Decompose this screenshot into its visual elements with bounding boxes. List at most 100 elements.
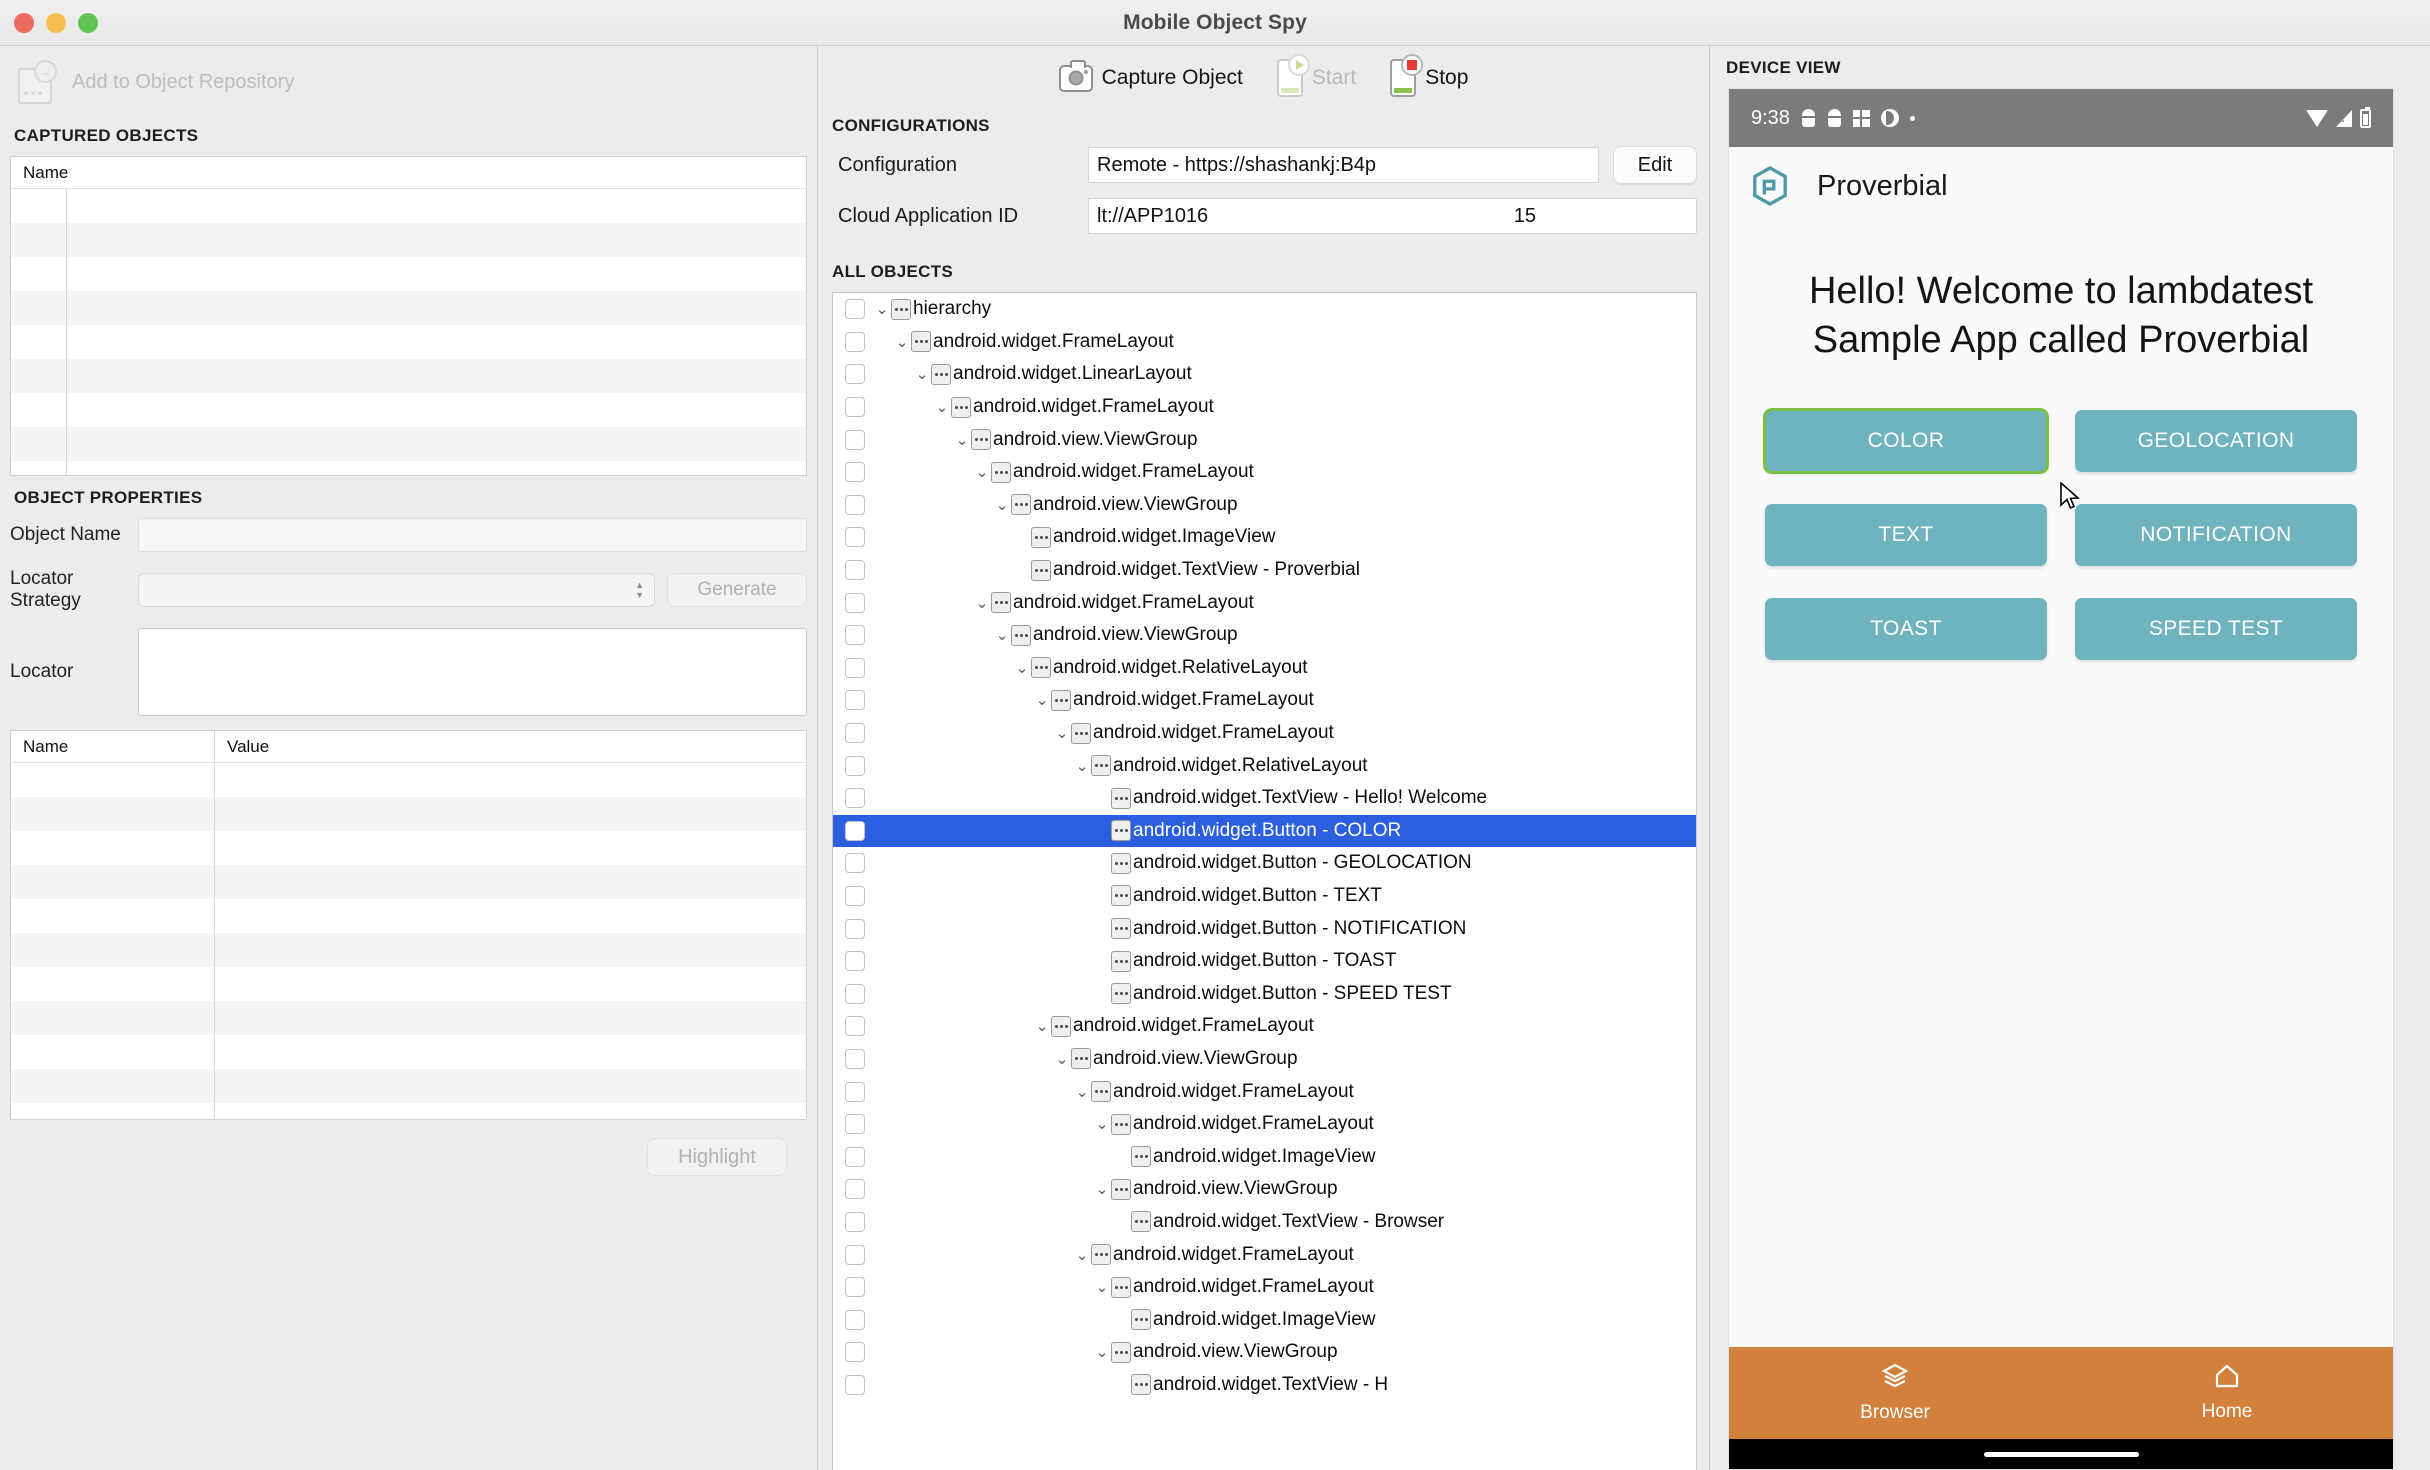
captured-objects-table[interactable]: Name <box>10 156 807 476</box>
bottom-nav-item-browser[interactable]: Browser <box>1729 1347 2061 1439</box>
cloud-application-id-input[interactable]: lt://APP1016 15 <box>1088 198 1697 234</box>
tree-row-checkbox[interactable] <box>845 462 865 483</box>
tree-row[interactable]: ⌄android.widget.TextView - H <box>833 1369 1696 1402</box>
tree-row[interactable]: ⌄ android.widget.FrameLayout <box>833 1238 1696 1271</box>
object-properties-table[interactable]: Name Value <box>10 730 807 1120</box>
tree-row-checkbox[interactable] <box>845 299 865 320</box>
tree-row-checkbox[interactable] <box>845 397 865 418</box>
table-row[interactable] <box>11 189 806 223</box>
chevron-down-icon[interactable]: ⌄ <box>1053 724 1071 742</box>
tree-row[interactable]: ⌄android.widget.Button - GEOLOCATION <box>833 847 1696 880</box>
tree-row[interactable]: ⌄ android.widget.FrameLayout <box>833 456 1696 489</box>
chevron-down-icon[interactable]: ⌄ <box>993 496 1011 514</box>
tree-row-checkbox[interactable] <box>845 1211 865 1232</box>
chevron-down-icon[interactable]: ⌄ <box>1053 1050 1071 1068</box>
capture-object-button[interactable]: Capture Object <box>1058 59 1243 92</box>
tree-row-checkbox[interactable] <box>845 885 865 906</box>
all-objects-tree[interactable]: ⌄ hierarchy ⌄ android.widget.FrameLayout ⌄ an… <box>832 292 1697 1470</box>
tree-row[interactable]: ⌄ android.widget.FrameLayout <box>833 684 1696 717</box>
chevron-down-icon[interactable]: ⌄ <box>1093 1343 1111 1361</box>
tree-row[interactable]: ⌄ android.widget.RelativeLayout <box>833 749 1696 782</box>
tree-row[interactable]: ⌄android.widget.ImageView <box>833 1140 1696 1173</box>
edit-configuration-button[interactable]: Edit <box>1613 146 1697 184</box>
tree-row-checkbox[interactable] <box>845 364 865 385</box>
tree-row[interactable]: ⌄ android.widget.FrameLayout <box>833 326 1696 359</box>
tree-row[interactable]: ⌄ android.widget.FrameLayout <box>833 586 1696 619</box>
minimize-window-button[interactable] <box>46 12 66 33</box>
chevron-down-icon[interactable]: ⌄ <box>933 398 951 416</box>
tree-row-checkbox[interactable] <box>845 331 865 352</box>
chevron-down-icon[interactable]: ⌄ <box>873 300 891 318</box>
tree-row-checkbox[interactable] <box>845 1244 865 1265</box>
tree-row-checkbox[interactable] <box>845 527 865 548</box>
table-row[interactable] <box>11 257 806 291</box>
chevron-down-icon[interactable]: ⌄ <box>913 365 931 383</box>
chevron-down-icon[interactable]: ⌄ <box>1033 1017 1051 1035</box>
tree-row[interactable]: ⌄android.widget.Button - TEXT <box>833 880 1696 913</box>
tree-row[interactable]: ⌄ android.widget.FrameLayout <box>833 1010 1696 1043</box>
chevron-down-icon[interactable]: ⌄ <box>1033 691 1051 709</box>
tree-row[interactable]: ⌄ android.widget.FrameLayout <box>833 1075 1696 1108</box>
add-to-object-repository-button[interactable]: → Add to Object Repository <box>0 46 817 114</box>
tree-row-checkbox[interactable] <box>845 755 865 776</box>
tree-row[interactable]: ⌄ android.view.ViewGroup <box>833 423 1696 456</box>
tree-row[interactable]: ⌄android.widget.Button - TOAST <box>833 945 1696 978</box>
table-row[interactable] <box>11 223 806 257</box>
tree-row-checkbox[interactable] <box>845 1277 865 1298</box>
tree-row[interactable]: ⌄android.widget.Button - SPEED TEST <box>833 977 1696 1010</box>
highlight-button[interactable]: Highlight <box>647 1138 787 1176</box>
stop-button[interactable]: Stop <box>1390 54 1468 97</box>
tree-row-selected[interactable]: ⌄android.widget.Button - COLOR <box>833 814 1696 848</box>
tree-row-checkbox[interactable] <box>845 1342 865 1363</box>
table-row[interactable] <box>11 1069 806 1103</box>
tree-row[interactable]: ⌄android.widget.ImageView <box>833 521 1696 554</box>
table-row[interactable] <box>11 865 806 899</box>
tree-row[interactable]: ⌄ android.widget.FrameLayout <box>833 1108 1696 1141</box>
tree-row-checkbox[interactable] <box>845 1081 865 1102</box>
tree-row[interactable]: ⌄android.widget.TextView - Browser <box>833 1206 1696 1239</box>
tree-row-checkbox[interactable] <box>845 690 865 711</box>
table-row[interactable] <box>11 899 806 933</box>
table-row[interactable] <box>11 831 806 865</box>
tree-row[interactable]: ⌄ android.widget.FrameLayout <box>833 717 1696 750</box>
tree-row[interactable]: ⌄ android.view.ViewGroup <box>833 619 1696 652</box>
chevron-down-icon[interactable]: ⌄ <box>1093 1278 1111 1296</box>
configuration-value-input[interactable]: Remote - https://shashankj:B4p <box>1088 147 1599 183</box>
tree-row[interactable]: ⌄android.widget.TextView - Proverbial <box>833 554 1696 587</box>
device-button-geolocation[interactable]: GEOLOCATION <box>2075 410 2357 473</box>
chevron-down-icon[interactable]: ⌄ <box>993 626 1011 644</box>
tree-row-checkbox[interactable] <box>845 820 865 841</box>
locator-textarea[interactable] <box>138 628 807 716</box>
tree-row[interactable]: ⌄ android.widget.FrameLayout <box>833 391 1696 424</box>
table-row[interactable] <box>11 967 806 1001</box>
tree-row[interactable]: ⌄ android.view.ViewGroup <box>833 489 1696 522</box>
chevron-down-icon[interactable]: ⌄ <box>1013 659 1031 677</box>
tree-row[interactable]: ⌄ android.widget.RelativeLayout <box>833 652 1696 685</box>
tree-row-checkbox[interactable] <box>845 592 865 613</box>
tree-row[interactable]: ⌄ android.view.ViewGroup <box>833 1336 1696 1369</box>
tree-row-checkbox[interactable] <box>845 1048 865 1069</box>
close-window-button[interactable] <box>14 12 34 33</box>
tree-row-checkbox[interactable] <box>845 788 865 809</box>
table-row[interactable] <box>11 763 806 797</box>
tree-row[interactable]: ⌄android.widget.ImageView <box>833 1303 1696 1336</box>
chevron-down-icon[interactable]: ⌄ <box>1093 1115 1111 1133</box>
chevron-down-icon[interactable]: ⌄ <box>1073 757 1091 775</box>
device-button-notification[interactable]: NOTIFICATION <box>2075 504 2357 567</box>
tree-row-checkbox[interactable] <box>845 723 865 744</box>
tree-row[interactable]: ⌄ hierarchy <box>833 293 1696 326</box>
chevron-down-icon[interactable]: ⌄ <box>953 431 971 449</box>
chevron-down-icon[interactable]: ⌄ <box>973 463 991 481</box>
tree-row-checkbox[interactable] <box>845 657 865 678</box>
table-row[interactable] <box>11 359 806 393</box>
chevron-down-icon[interactable]: ⌄ <box>893 333 911 351</box>
tree-row[interactable]: ⌄android.widget.TextView - Hello! Welcom… <box>833 782 1696 815</box>
tree-row-checkbox[interactable] <box>845 1374 865 1395</box>
table-row[interactable] <box>11 427 806 461</box>
chevron-down-icon[interactable]: ⌄ <box>1073 1246 1091 1264</box>
chevron-down-icon[interactable]: ⌄ <box>1073 1083 1091 1101</box>
tree-row-checkbox[interactable] <box>845 1309 865 1330</box>
tree-row-checkbox[interactable] <box>845 983 865 1004</box>
tree-row-checkbox[interactable] <box>845 625 865 646</box>
tree-row-checkbox[interactable] <box>845 429 865 450</box>
